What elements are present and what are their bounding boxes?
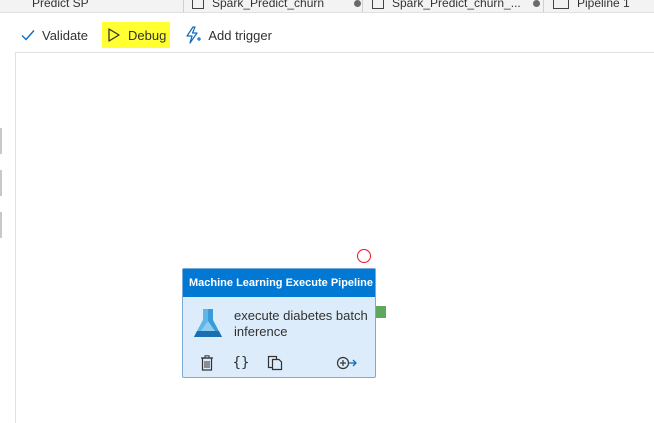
add-trigger-button[interactable]: Add trigger [180,22,276,48]
checkmark-icon [21,30,35,41]
tab-spark-predict-churn-2[interactable]: Spark_Predict_churn_... [372,0,540,12]
activity-type-label: Machine Learning Execute Pipeline [189,277,373,289]
failure-port[interactable] [357,249,371,263]
side-panel-handle[interactable] [0,128,2,154]
activity-node[interactable]: Machine Learning Execute Pipeline execut… [182,268,376,378]
side-panel-handle[interactable] [0,170,2,196]
play-icon [108,28,120,42]
tab-predict-sp[interactable]: Predict SP [32,0,89,12]
script-icon [372,0,384,9]
debug-label: Debug [128,27,167,43]
add-output-button[interactable] [335,353,359,373]
tab-separator [362,0,363,12]
tab-separator [183,0,184,12]
debug-button[interactable]: Debug [102,22,171,48]
activity-actions: {} [183,351,375,375]
activity-body: execute diabetes batch inference [183,297,375,349]
success-port[interactable] [376,306,386,318]
pipeline-editor: Predict SP Spark_Predict_churn Spark_Pre… [0,0,654,423]
tab-label: Pipeline 1 [577,0,630,10]
activity-name: execute diabetes batch inference [234,308,368,339]
add-output-icon [336,356,357,370]
copy-icon [267,355,283,371]
pipeline-icon [553,0,569,9]
add-trigger-label: Add trigger [208,27,272,43]
tab-close-icon[interactable] [532,0,540,7]
pipeline-toolbar: Validate Debug Add trigger [16,20,286,50]
validate-button[interactable]: Validate [16,22,92,48]
tab-pipeline-1[interactable]: Pipeline 1 [553,0,630,12]
tab-label: Predict SP [32,0,89,10]
machine-learning-flask-icon [194,309,222,337]
code-button[interactable]: {} [231,353,251,373]
activity-type-header: Machine Learning Execute Pipeline [183,269,375,297]
canvas-left-border [15,52,16,423]
copy-button[interactable] [267,353,283,373]
script-icon [192,0,204,9]
delete-button[interactable] [199,353,215,373]
delete-icon [201,355,213,371]
tab-label: Spark_Predict_churn [212,0,325,10]
tab-strip: Predict SP Spark_Predict_churn Spark_Pre… [0,0,654,13]
lightning-icon [186,26,202,44]
toolbar-divider [16,52,654,53]
side-panel-handle[interactable] [0,212,2,238]
tab-spark-predict-churn[interactable]: Spark_Predict_churn [192,0,362,12]
tab-label: Spark_Predict_churn_... [392,0,521,10]
code-icon: {} [232,355,250,371]
validate-label: Validate [42,27,89,43]
tab-separator [543,0,544,12]
tab-close-icon[interactable] [354,0,362,7]
